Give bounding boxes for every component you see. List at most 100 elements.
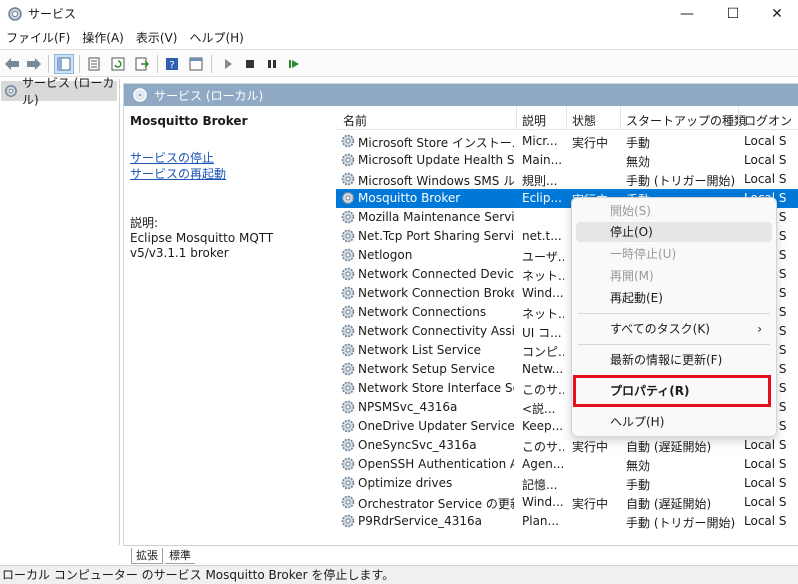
row-name: Network Connection Broker bbox=[358, 286, 514, 300]
menu-item-all-tasks[interactable]: すべてのタスク(K) › bbox=[576, 319, 772, 339]
row-status: 実行中 bbox=[572, 440, 609, 454]
console-icon[interactable] bbox=[186, 54, 206, 74]
toolbar-separator bbox=[48, 55, 49, 73]
menu-action[interactable]: 操作(A) bbox=[76, 28, 130, 48]
service-gear-icon bbox=[341, 381, 355, 395]
table-row[interactable]: Orchestrator Service の更新 Wind... 実行中 自動 (遅延… bbox=[336, 493, 798, 512]
row-description: Micr... bbox=[522, 134, 558, 148]
menu-item-help[interactable]: ヘルプ(H) bbox=[576, 412, 772, 432]
chevron-right-icon: › bbox=[757, 322, 762, 336]
row-name: NPSMSvc_4316a bbox=[358, 400, 458, 414]
row-startup-type: 無効 bbox=[626, 155, 651, 169]
column-divider[interactable] bbox=[620, 106, 621, 130]
row-logon: Local S bbox=[744, 438, 787, 452]
selected-service-name: Mosquitto Broker bbox=[130, 114, 248, 128]
refresh-icon[interactable] bbox=[108, 54, 128, 74]
forward-icon[interactable] bbox=[24, 54, 44, 74]
row-name: Microsoft Store インストール ... bbox=[358, 136, 514, 150]
column-divider[interactable] bbox=[738, 106, 739, 130]
menu-separator bbox=[578, 313, 770, 314]
menu-item-stop[interactable]: 停止(O) bbox=[576, 222, 772, 242]
table-row[interactable]: Microsoft Windows SMS ル... 規則... 手動 (トリガー開… bbox=[336, 170, 798, 189]
service-gear-icon bbox=[341, 514, 355, 528]
row-name: Network List Service bbox=[358, 343, 482, 357]
menu-help[interactable]: ヘルプ(H) bbox=[183, 28, 249, 48]
row-description: 記憶... bbox=[522, 478, 558, 492]
show-tree-icon[interactable] bbox=[54, 54, 74, 74]
menu-item-start[interactable]: 開始(S) bbox=[576, 201, 772, 221]
stop-service-link[interactable]: サービスの停止 bbox=[130, 150, 330, 166]
row-description: このサ... bbox=[522, 440, 564, 454]
services-gear-icon bbox=[5, 85, 17, 97]
row-name: Optimize drives bbox=[358, 476, 453, 490]
row-startup-type: 自動 (遅延開始) bbox=[626, 497, 712, 511]
restart-service-link[interactable]: サービスの再起動 bbox=[130, 166, 330, 182]
row-description: 規則... bbox=[522, 174, 558, 188]
status-bar: ローカル コンピューター のサービス Mosquitto Broker を停止し… bbox=[0, 565, 798, 584]
row-description: UI コ... bbox=[522, 326, 562, 340]
tree-item-services-local[interactable]: サービス (ローカル) bbox=[1, 76, 117, 107]
table-row[interactable]: P9RdrService_4316a Plan... 手動 (トリガー開始) Loca… bbox=[336, 512, 798, 531]
row-startup-type: 手動 bbox=[626, 136, 651, 150]
row-name: Network Store Interface Ser... bbox=[358, 381, 514, 395]
column-header-status[interactable]: 状態 bbox=[572, 112, 596, 129]
menu-item-restart[interactable]: 再起動(E) bbox=[576, 288, 772, 308]
row-name: OneDrive Updater Service bbox=[358, 419, 514, 433]
column-divider[interactable] bbox=[566, 106, 567, 130]
table-row[interactable]: Microsoft Update Health Se... Main... 無効 Lo… bbox=[336, 151, 798, 170]
menu-item-refresh[interactable]: 最新の情報に更新(F) bbox=[576, 350, 772, 370]
row-status: 実行中 bbox=[572, 497, 609, 511]
table-row[interactable]: OneSyncSvc_4316a このサ... 実行中 自動 (遅延開始) Local … bbox=[336, 436, 798, 455]
service-gear-icon bbox=[341, 229, 355, 243]
pane-header-title: サービス (ローカル) bbox=[154, 88, 264, 103]
tab-extended[interactable]: 拡張 bbox=[131, 548, 163, 564]
row-name: Mosquitto Broker bbox=[358, 191, 461, 205]
menu-item-resume[interactable]: 再開(M) bbox=[576, 266, 772, 286]
row-description: Agen... bbox=[522, 457, 564, 471]
description-text: Eclipse Mosquitto MQTT v5/v3.1.1 broker bbox=[130, 231, 274, 260]
service-gear-icon bbox=[341, 210, 355, 224]
row-description: ユーザ... bbox=[522, 250, 564, 264]
service-gear-icon bbox=[341, 134, 355, 148]
stop-service-icon[interactable] bbox=[240, 54, 260, 74]
help-icon[interactable]: ? bbox=[162, 54, 182, 74]
service-gear-icon bbox=[341, 153, 355, 167]
maximize-button[interactable]: ☐ bbox=[710, 0, 756, 28]
tree-item-label: サービス (ローカル) bbox=[21, 76, 115, 107]
export-list-icon[interactable] bbox=[132, 54, 152, 74]
table-row[interactable]: Optimize drives 記憶... 手動 Local S bbox=[336, 474, 798, 493]
services-gear-icon bbox=[133, 88, 147, 102]
service-gear-icon bbox=[341, 172, 355, 186]
row-name: OneSyncSvc_4316a bbox=[358, 438, 477, 452]
properties-sheet-icon[interactable] bbox=[84, 54, 104, 74]
tab-standard[interactable]: 標準 bbox=[165, 548, 195, 564]
minimize-button[interactable]: — bbox=[664, 0, 710, 28]
table-row[interactable]: Microsoft Store インストール ... Micr... 実行中 手動 Lo… bbox=[336, 132, 798, 151]
column-divider[interactable] bbox=[516, 106, 517, 130]
close-button[interactable]: ✕ bbox=[754, 0, 798, 28]
column-header-startup-type[interactable]: スタートアップの種類 bbox=[626, 112, 746, 129]
menu-file[interactable]: ファイル(F) bbox=[0, 28, 76, 48]
service-gear-icon bbox=[341, 419, 355, 433]
row-startup-type: 手動 (トリガー開始) bbox=[626, 516, 736, 530]
menu-view[interactable]: 表示(V) bbox=[130, 28, 184, 48]
pause-service-icon[interactable] bbox=[262, 54, 282, 74]
service-gear-icon bbox=[341, 457, 355, 471]
back-icon[interactable] bbox=[2, 54, 22, 74]
row-description: ネット... bbox=[522, 269, 564, 283]
row-name: Network Connected Device... bbox=[358, 267, 514, 281]
start-service-icon[interactable] bbox=[218, 54, 238, 74]
column-header-name[interactable]: 名前 bbox=[343, 112, 367, 129]
table-row[interactable]: OpenSSH Authentication A... Agen... 無効 Loca… bbox=[336, 455, 798, 474]
menu-item-pause[interactable]: 一時停止(U) bbox=[576, 244, 772, 264]
column-header-logon[interactable]: ログオン bbox=[744, 112, 792, 129]
row-logon: Local S bbox=[744, 134, 787, 148]
window-title: サービス bbox=[28, 7, 77, 21]
service-gear-icon bbox=[341, 305, 355, 319]
toolbar-separator bbox=[157, 55, 158, 73]
column-header-description[interactable]: 説明 bbox=[522, 112, 546, 129]
restart-service-icon[interactable] bbox=[284, 54, 304, 74]
service-gear-icon bbox=[341, 248, 355, 262]
row-startup-type: 手動 bbox=[626, 478, 651, 492]
view-tabs: 拡張 標準 bbox=[123, 545, 798, 565]
